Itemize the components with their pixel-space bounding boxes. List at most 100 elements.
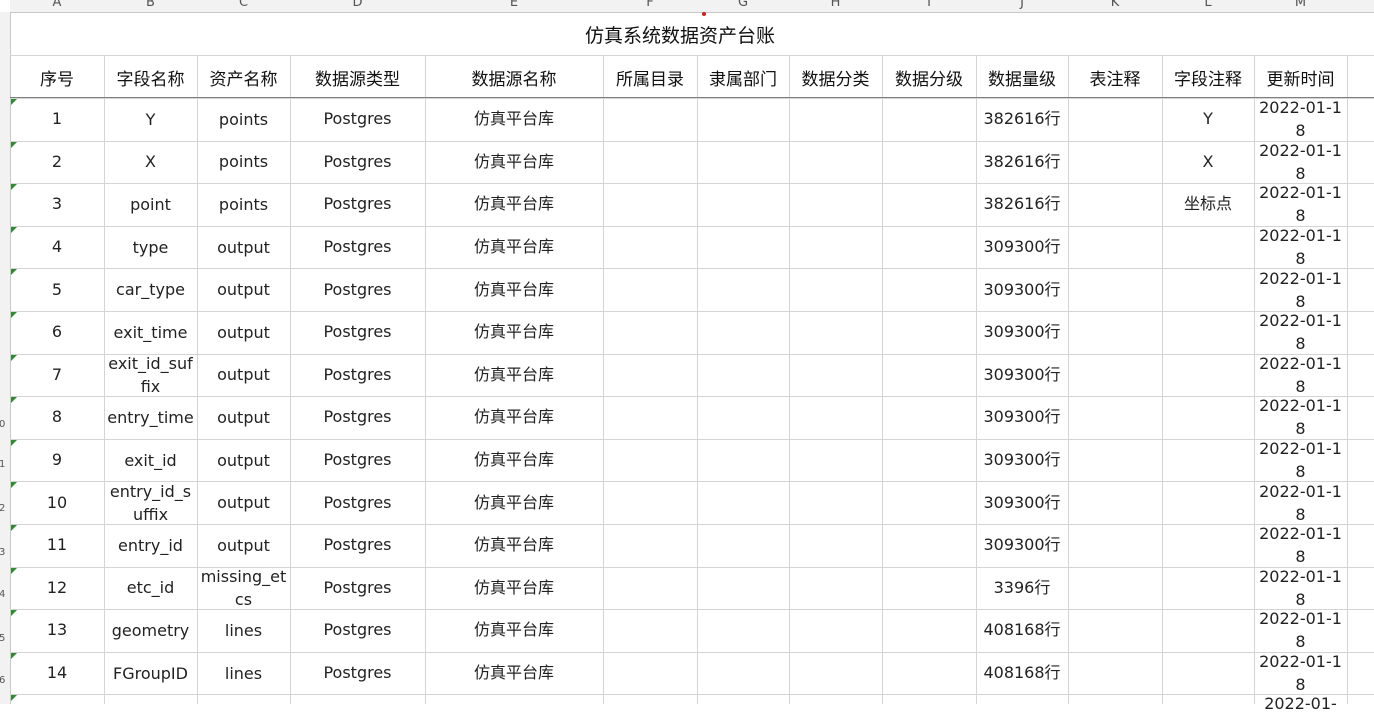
table-cell[interactable] xyxy=(882,141,976,184)
table-cell[interactable]: Postgres xyxy=(290,609,425,652)
table-cell[interactable]: 309300行 xyxy=(976,439,1068,482)
table-cell[interactable] xyxy=(603,141,697,184)
table-cell[interactable]: X xyxy=(104,141,197,184)
table-cell[interactable] xyxy=(603,226,697,269)
column-header-f[interactable]: F xyxy=(603,0,697,9)
table-cell[interactable]: points xyxy=(197,183,290,226)
table-cell[interactable]: 408168行 xyxy=(976,652,1068,695)
table-cell[interactable] xyxy=(603,652,697,695)
table-cell[interactable] xyxy=(882,524,976,567)
table-cell[interactable]: 2022-01-18 xyxy=(1254,183,1347,226)
column-header-c[interactable]: C xyxy=(197,0,290,9)
table-cell[interactable]: car_type xyxy=(104,268,197,311)
table-cell[interactable] xyxy=(603,524,697,567)
table-cell[interactable] xyxy=(697,311,789,354)
table-cell[interactable]: entry_id_suffix xyxy=(104,481,197,524)
table-cell[interactable]: 309300行 xyxy=(976,396,1068,439)
table-cell[interactable]: 14 xyxy=(10,652,104,695)
table-cell[interactable] xyxy=(1162,439,1254,482)
table-cell[interactable]: 2022-01-18 xyxy=(1254,98,1347,141)
table-cell[interactable] xyxy=(697,98,789,141)
table-cell[interactable]: Postgres xyxy=(290,524,425,567)
table-cell[interactable]: output xyxy=(197,268,290,311)
row-number[interactable]: 5 xyxy=(0,634,9,644)
table-cell[interactable]: 2022-01-18 xyxy=(1254,652,1347,695)
row-number[interactable]: 2 xyxy=(0,504,9,514)
table-cell[interactable] xyxy=(697,183,789,226)
column-header-m[interactable]: M xyxy=(1254,0,1347,9)
table-cell[interactable] xyxy=(697,354,789,397)
table-cell[interactable] xyxy=(882,183,976,226)
table-cell[interactable]: Postgres xyxy=(290,141,425,184)
table-cell[interactable]: 仿真平台库 xyxy=(425,98,603,141)
table-cell[interactable]: 5 xyxy=(10,268,104,311)
table-cell[interactable]: output xyxy=(197,481,290,524)
table-cell[interactable] xyxy=(697,268,789,311)
table-cell[interactable]: 309300行 xyxy=(976,354,1068,397)
table-cell[interactable] xyxy=(697,226,789,269)
table-cell[interactable]: output xyxy=(197,439,290,482)
table-cell[interactable] xyxy=(697,396,789,439)
table-cell[interactable] xyxy=(789,268,882,311)
table-cell[interactable]: 382616行 xyxy=(976,141,1068,184)
table-cell[interactable] xyxy=(1162,226,1254,269)
table-cell[interactable] xyxy=(1068,609,1162,652)
table-cell[interactable] xyxy=(1068,652,1162,695)
header-cell[interactable]: 字段名称 xyxy=(104,56,197,98)
table-cell[interactable] xyxy=(1068,226,1162,269)
table-cell[interactable] xyxy=(1162,354,1254,397)
table-cell[interactable]: Postgres xyxy=(290,268,425,311)
table-cell[interactable] xyxy=(1162,396,1254,439)
table-cell[interactable]: 2022-01-18 xyxy=(1254,311,1347,354)
table-cell[interactable] xyxy=(1068,439,1162,482)
table-cell[interactable]: 9 xyxy=(10,439,104,482)
table-cell[interactable]: 2022-01-18 xyxy=(1254,567,1347,610)
table-cell[interactable]: 仿真平台库 xyxy=(425,439,603,482)
table-cell[interactable] xyxy=(882,481,976,524)
row-number[interactable]: 4 xyxy=(0,590,9,600)
table-cell[interactable]: exit_id xyxy=(104,439,197,482)
table-cell[interactable] xyxy=(882,396,976,439)
table-cell[interactable]: Postgres xyxy=(290,354,425,397)
table-cell[interactable] xyxy=(697,609,789,652)
table-cell[interactable] xyxy=(1162,652,1254,695)
row-number[interactable]: 6 xyxy=(0,676,9,686)
column-header-j[interactable]: J xyxy=(976,0,1068,9)
table-cell[interactable] xyxy=(789,98,882,141)
table-cell[interactable]: 4 xyxy=(10,226,104,269)
table-cell[interactable]: 2022-01-18 xyxy=(1254,481,1347,524)
table-cell[interactable] xyxy=(603,396,697,439)
table-cell[interactable] xyxy=(882,311,976,354)
table-cell[interactable] xyxy=(789,226,882,269)
column-header-b[interactable]: B xyxy=(104,0,197,9)
column-header-l[interactable]: L xyxy=(1162,0,1254,9)
table-cell[interactable]: Postgres xyxy=(290,439,425,482)
table-cell[interactable] xyxy=(1068,311,1162,354)
table-cell[interactable]: 2022-01-18 xyxy=(1254,439,1347,482)
table-cell[interactable]: geometry xyxy=(104,609,197,652)
table-cell[interactable]: points xyxy=(197,98,290,141)
column-header-i[interactable]: I xyxy=(882,0,976,9)
table-cell[interactable]: 2022-01- xyxy=(1254,694,1347,714)
table-cell[interactable] xyxy=(882,609,976,652)
header-cell[interactable]: 所属目录 xyxy=(603,56,697,98)
table-cell[interactable]: lines xyxy=(197,652,290,695)
table-cell[interactable] xyxy=(603,311,697,354)
header-cell[interactable]: 数据源名称 xyxy=(425,56,603,98)
table-cell[interactable]: entry_id xyxy=(104,524,197,567)
table-cell[interactable] xyxy=(789,652,882,695)
table-cell[interactable]: 仿真平台库 xyxy=(425,226,603,269)
table-cell[interactable] xyxy=(1068,524,1162,567)
table-cell[interactable] xyxy=(697,652,789,695)
table-cell[interactable]: X xyxy=(1162,141,1254,184)
table-cell[interactable] xyxy=(789,183,882,226)
table-cell[interactable]: FGroupID xyxy=(104,652,197,695)
table-cell[interactable]: 382616行 xyxy=(976,183,1068,226)
table-cell[interactable]: 12 xyxy=(10,567,104,610)
table-cell[interactable]: 8 xyxy=(10,396,104,439)
table-cell[interactable] xyxy=(789,311,882,354)
table-cell[interactable] xyxy=(697,567,789,610)
table-cell[interactable]: Postgres xyxy=(290,98,425,141)
row-number[interactable]: 0 xyxy=(0,420,9,430)
table-cell[interactable]: 仿真平台库 xyxy=(425,268,603,311)
